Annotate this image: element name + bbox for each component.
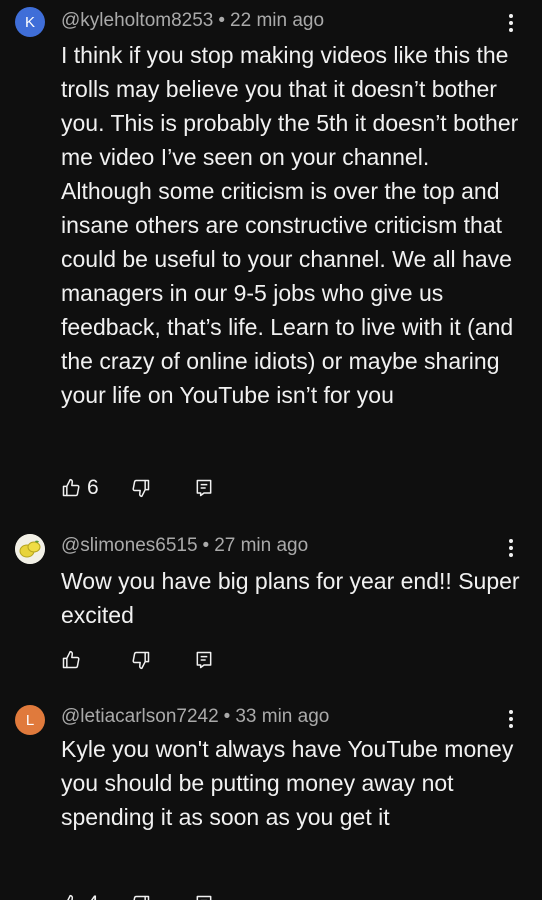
timestamp: 33 min ago [235,706,330,727]
like-button[interactable]: 4 [61,889,99,900]
timestamp: 27 min ago [214,535,309,556]
dislike-button[interactable] [131,889,151,900]
author-name[interactable]: @letiacarlson7242 [61,706,219,727]
author-name[interactable]: @kyleholtom8253 [61,10,213,31]
more-options-icon[interactable] [504,708,518,730]
thumbs-up-icon [62,650,80,669]
avatar[interactable]: K [15,7,45,37]
more-options-icon[interactable] [504,537,518,559]
comment-actions: 4 [61,889,261,900]
comment-item: L @letiacarlson7242 • 33 min ago Kyle you … [0,696,542,900]
reply-button[interactable] [194,645,214,675]
author-name[interactable]: @slimones6515 [61,535,198,556]
comment-text: Wow you have big plans for year end!! Su… [61,568,520,628]
more-options-icon[interactable] [504,12,518,34]
comment-actions [61,645,261,675]
like-count: 4 [87,892,99,900]
thumbs-up-icon [67,894,74,900]
comment-text: I think if you stop making videos like t… [61,42,519,408]
timestamp: 22 min ago [230,10,325,31]
thumbs-down-icon [133,895,150,900]
thumbs-up-icon [62,478,80,497]
thumbs-down-icon [132,479,150,498]
comment-meta: @slimones6515 • 27 min ago [61,534,308,558]
thumbs-down-icon [132,651,150,670]
like-count: 6 [87,476,99,499]
dislike-button[interactable] [131,645,151,675]
reply-button[interactable] [194,889,214,900]
avatar[interactable]: L [15,705,45,735]
comment-item: @slimones6515 • 27 min ago Wow you have bi… [0,525,542,685]
reply-button[interactable] [194,473,214,503]
avatar[interactable] [15,534,45,564]
reply-icon [196,479,212,497]
meta-separator: • [218,10,226,31]
dislike-button[interactable] [131,473,151,503]
lemon-avatar-icon [15,534,45,564]
avatar-letter: K [24,13,35,31]
like-button[interactable]: 6 [61,473,99,503]
meta-separator: • [202,535,210,556]
comment-meta: @kyleholtom8253 • 22 min ago [61,9,324,33]
comment-actions: 6 [61,473,261,503]
comment-meta: @letiacarlson7242 • 33 min ago [61,705,329,729]
avatar-letter: L [25,711,35,729]
like-button[interactable] [61,645,87,675]
comment-item: K @kyleholtom8253 • 22 min ago I think if … [0,0,542,510]
reply-icon [196,895,212,900]
comment-text: Kyle you won't always have YouTube money… [61,736,514,830]
reply-icon [196,651,212,669]
meta-separator: • [223,706,231,727]
